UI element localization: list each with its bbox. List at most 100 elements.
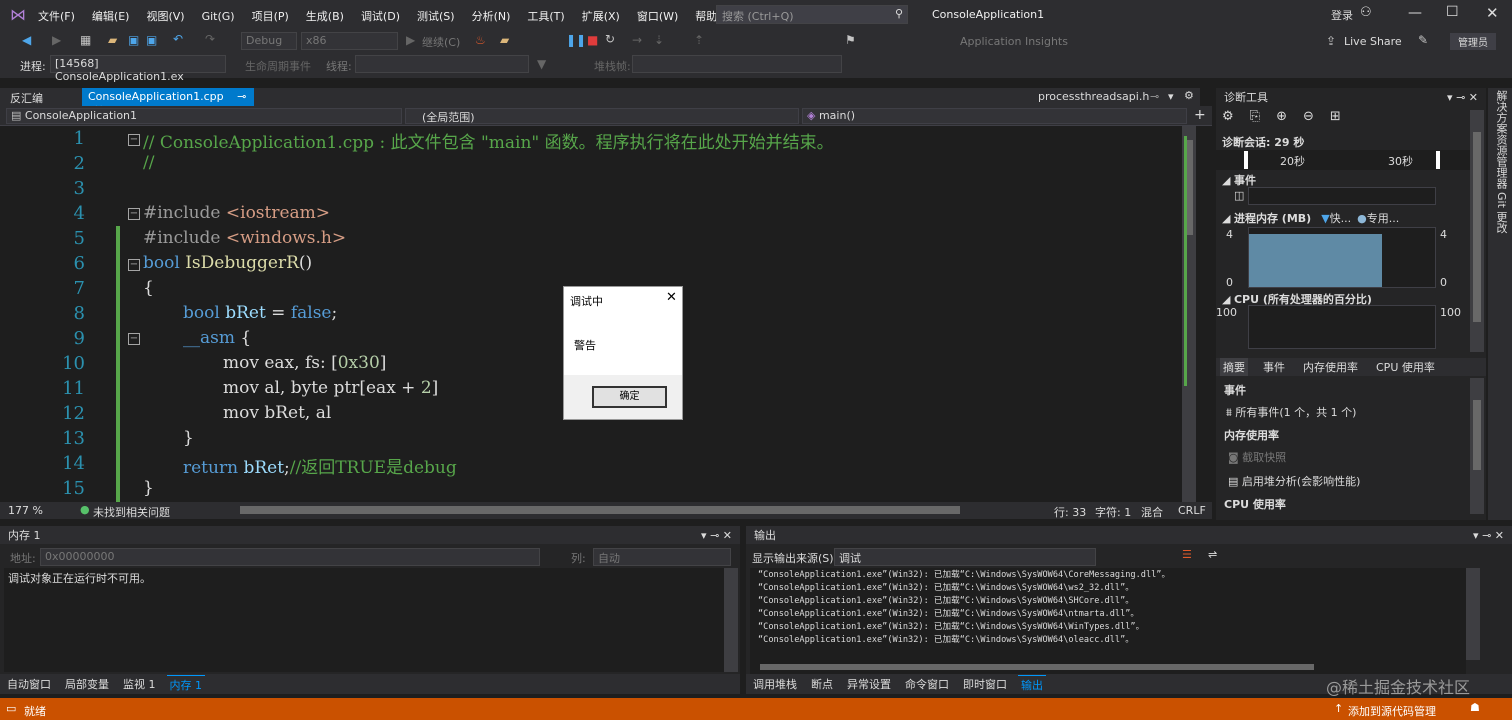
continue-button[interactable]: 继续(C) — [422, 34, 460, 50]
pause-icon[interactable]: ❚❚ — [566, 33, 586, 47]
output-vertical-scrollbar[interactable] — [1466, 568, 1480, 660]
project-dropdown[interactable]: ▤ ConsoleApplication1 — [6, 108, 402, 124]
menu-project[interactable]: 项目(P) — [252, 8, 289, 24]
tab-memory-usage[interactable]: 内存使用率 — [1300, 358, 1361, 376]
step-over-icon[interactable]: → — [632, 33, 642, 47]
scope-dropdown[interactable]: (全局范围) — [405, 108, 799, 124]
memory-vertical-scrollbar[interactable] — [724, 568, 738, 672]
login-button[interactable]: 登录 — [1331, 7, 1353, 23]
diag-vertical-scrollbar[interactable] — [1470, 110, 1484, 352]
continue-icon[interactable]: ▶ — [406, 33, 415, 47]
minimize-button[interactable]: — — [1408, 5, 1422, 21]
notifications-icon[interactable]: ☗ — [1470, 701, 1480, 714]
hot-reload-icon[interactable]: ♨ — [475, 33, 486, 47]
zoom-level[interactable]: 177 % — [8, 504, 43, 517]
tab-memory-1[interactable]: 内存 1 — [166, 674, 205, 694]
menu-test[interactable]: 测试(S) — [417, 8, 455, 24]
step-into-icon[interactable]: ⇣ — [654, 33, 664, 47]
tab-output[interactable]: 输出 — [1018, 674, 1046, 694]
split-add-icon[interactable]: + — [1194, 107, 1206, 123]
redo-icon[interactable]: ↷ — [205, 32, 215, 46]
output-panel-controls[interactable]: ▾ ⊸ ✕ — [1473, 529, 1504, 542]
close-window-button[interactable]: ✕ — [1486, 4, 1499, 22]
zoom-in-icon[interactable]: ⊕ — [1276, 109, 1287, 124]
maximize-button[interactable]: ☐ — [1446, 4, 1459, 20]
scroll-thumb[interactable] — [1473, 400, 1481, 470]
reset-zoom-icon[interactable]: ⊞ — [1330, 109, 1341, 124]
menu-build[interactable]: 生成(B) — [306, 8, 344, 24]
live-share-icon[interactable]: ⇪ — [1326, 34, 1336, 48]
diag-window-controls[interactable]: ▾ ⊸ ✕ — [1447, 91, 1478, 104]
menu-edit[interactable]: 编辑(E) — [92, 8, 130, 24]
stop-icon[interactable]: ■ — [587, 33, 598, 47]
tab-cpu-usage[interactable]: CPU 使用率 — [1373, 358, 1438, 376]
lifecycle-events-button[interactable]: 生命周期事件 — [245, 58, 311, 74]
pin-icon[interactable]: ⊸ — [237, 90, 246, 103]
step-out-icon[interactable]: ⇡ — [694, 33, 704, 47]
zoom-out-icon[interactable]: ⊖ — [1303, 109, 1314, 124]
forward-icon[interactable]: ▶ — [52, 33, 61, 47]
heap-profiling-button[interactable]: ▤ 启用堆分析(会影响性能) — [1228, 473, 1360, 489]
search-box[interactable]: 搜索 (Ctrl+Q) ⚲ — [716, 5, 908, 24]
events-section-header[interactable]: ◢ 事件 — [1222, 172, 1256, 188]
tab-list-icon[interactable]: ▾ — [1168, 90, 1174, 103]
tab-processthreadsapi-h[interactable]: processthreadsapi.h — [1032, 88, 1155, 106]
menu-window[interactable]: 窗口(W) — [637, 8, 678, 24]
user-icon[interactable]: ⚇ — [1360, 5, 1372, 20]
tab-pin-icon[interactable]: ⊸ — [1150, 90, 1159, 103]
live-share-button[interactable]: Live Share — [1344, 35, 1402, 48]
config-dropdown[interactable]: Debug — [241, 32, 297, 50]
solution-explorer-tab[interactable]: 解决方案资源管理器 — [1493, 90, 1509, 189]
tab-disassembly[interactable]: 反汇编 — [4, 88, 49, 106]
tab-events[interactable]: 事件 — [1260, 358, 1288, 376]
timeline-ruler[interactable]: 20秒 30秒 — [1216, 150, 1470, 170]
output-horizontal-scrollbar[interactable] — [760, 664, 1314, 670]
fold-toggle-icon[interactable]: − — [128, 259, 140, 271]
column-dropdown[interactable]: 自动 — [593, 548, 731, 566]
timeline-end-marker[interactable] — [1436, 151, 1440, 169]
settings-icon[interactable]: ⚙ — [1184, 89, 1194, 102]
scroll-thumb[interactable] — [1473, 132, 1481, 322]
tab-summary[interactable]: 摘要 — [1220, 358, 1248, 376]
all-events-link[interactable]: ⩩ 所有事件(1 个，共 1 个) — [1226, 404, 1356, 420]
diag-export-icon[interactable]: ⎘ — [1250, 109, 1260, 124]
tab-breakpoints[interactable]: 断点 — [808, 675, 836, 693]
menu-git[interactable]: Git(G) — [202, 10, 235, 23]
line-ending[interactable]: CRLF — [1178, 504, 1206, 517]
menu-view[interactable]: 视图(V) — [146, 8, 184, 24]
back-icon[interactable]: ◀ — [22, 33, 31, 47]
restart-icon[interactable]: ↻ — [605, 32, 615, 46]
feedback-icon[interactable]: ✎ — [1418, 33, 1428, 47]
memory-panel-controls[interactable]: ▾ ⊸ ✕ — [701, 529, 732, 542]
tab-consoleapplication1-cpp[interactable]: ConsoleApplication1.cpp ⊸ ✕ — [82, 88, 254, 116]
save-all-icon[interactable]: ▣ — [146, 33, 157, 47]
add-to-source-control[interactable]: 添加到源代码管理 — [1348, 703, 1436, 719]
menu-tools[interactable]: 工具(T) — [527, 8, 564, 24]
breakpoint-icon[interactable]: ⚑ — [845, 33, 856, 47]
git-changes-tab[interactable]: Git 更改 — [1493, 192, 1509, 233]
tab-command-window[interactable]: 命令窗口 — [902, 675, 952, 693]
issues-status[interactable]: 未找到相关问题 — [93, 504, 170, 520]
word-wrap-icon[interactable]: ⇌ — [1208, 548, 1217, 561]
diag-settings-icon[interactable]: ⚙ — [1222, 109, 1234, 124]
app-insights-button[interactable]: Application Insights — [960, 35, 1068, 48]
menu-extensions[interactable]: 扩展(X) — [582, 8, 620, 24]
fold-toggle-icon[interactable]: − — [128, 134, 140, 146]
mixed-indicator[interactable]: 混合 — [1141, 504, 1163, 520]
function-dropdown[interactable]: ◈ main() — [802, 108, 1187, 124]
tab-exception-settings[interactable]: 异常设置 — [844, 675, 894, 693]
menu-file[interactable]: 文件(F) — [38, 8, 75, 24]
fold-toggle-icon[interactable]: − — [128, 208, 140, 220]
undo-icon[interactable]: ↶ — [173, 32, 183, 46]
timeline-start-marker[interactable] — [1244, 151, 1248, 169]
thread-dropdown[interactable] — [355, 55, 529, 73]
menu-analyze[interactable]: 分析(N) — [472, 8, 511, 24]
editor-vertical-scrollbar[interactable] — [1182, 126, 1196, 502]
address-input[interactable]: 0x00000000 — [40, 548, 540, 566]
open-icon[interactable]: ▰ — [108, 33, 117, 47]
save-icon[interactable]: ▣ — [128, 33, 139, 47]
summary-vertical-scrollbar[interactable] — [1470, 378, 1484, 514]
output-source-dropdown[interactable]: 调试 — [834, 548, 1096, 566]
new-project-icon[interactable]: ▦ — [80, 33, 91, 47]
dialog-close-icon[interactable]: ✕ — [666, 290, 677, 305]
